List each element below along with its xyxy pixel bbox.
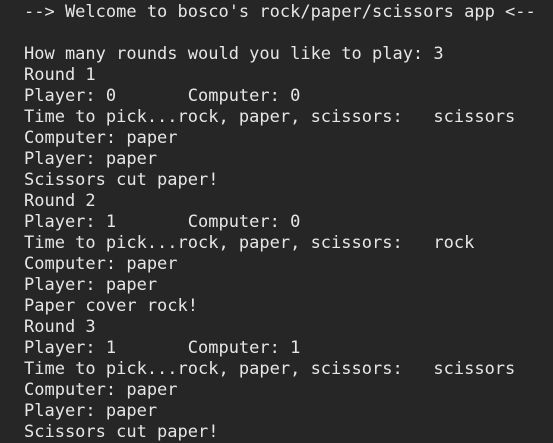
round-2-score: Player: 1 Computer: 0 bbox=[24, 212, 301, 232]
terminal-window[interactable]: --> Welcome to bosco's rock/paper/scisso… bbox=[0, 0, 553, 443]
round-1-score: Player: 0 Computer: 0 bbox=[24, 86, 301, 106]
round-2-player-choice: Player: paper bbox=[24, 275, 158, 295]
round-3-result: Scissors cut paper! bbox=[24, 422, 219, 442]
welcome-banner: --> Welcome to bosco's rock/paper/scisso… bbox=[24, 2, 536, 22]
round-1-result: Scissors cut paper! bbox=[24, 170, 219, 190]
round-3-score: Player: 1 Computer: 1 bbox=[24, 338, 301, 358]
round-2-heading: Round 2 bbox=[24, 191, 96, 211]
round-3-pick-prompt: Time to pick...rock, paper, scissors: sc… bbox=[24, 359, 516, 379]
round-2-computer-choice: Computer: paper bbox=[24, 254, 178, 274]
round-2-result: Paper cover rock! bbox=[24, 296, 198, 316]
round-1-player-choice: Player: paper bbox=[24, 149, 158, 169]
round-3-computer-choice: Computer: paper bbox=[24, 380, 178, 400]
round-1-pick-prompt: Time to pick...rock, paper, scissors: sc… bbox=[24, 107, 516, 127]
rounds-prompt: How many rounds would you like to play: … bbox=[24, 44, 444, 64]
round-1-heading: Round 1 bbox=[24, 65, 96, 85]
round-3-player-choice: Player: paper bbox=[24, 401, 158, 421]
round-2-pick-prompt: Time to pick...rock, paper, scissors: ro… bbox=[24, 233, 475, 253]
round-3-heading: Round 3 bbox=[24, 317, 96, 337]
round-1-computer-choice: Computer: paper bbox=[24, 128, 178, 148]
